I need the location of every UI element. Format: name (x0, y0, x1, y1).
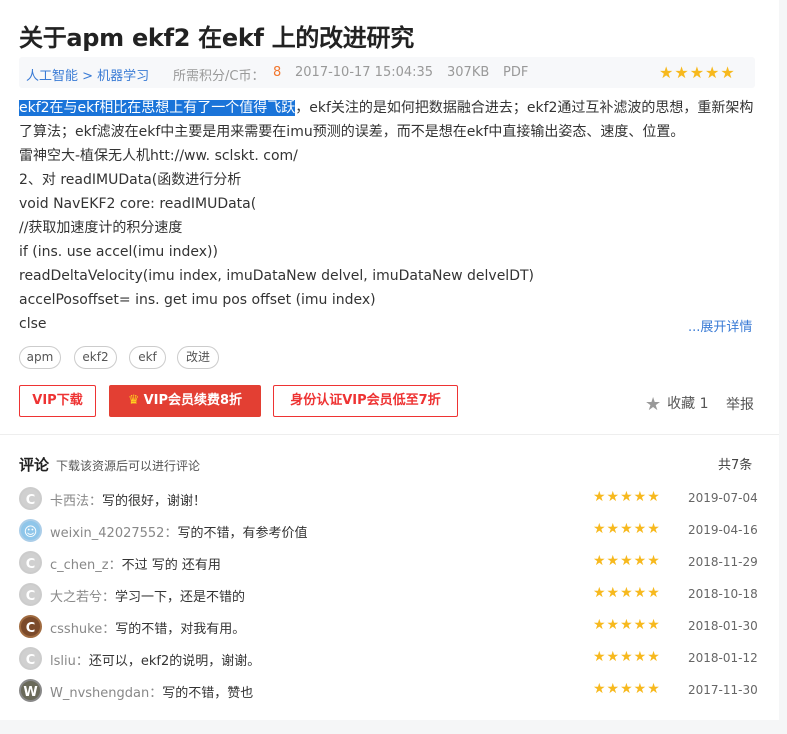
report-link[interactable]: 举报 (726, 394, 754, 414)
selected-text: ekf2在与ekf相比在思想上有了一个值得飞跃 (19, 100, 296, 116)
comment-row: W W_nvshengdan：写的不错，赞也 ★★★★★ 2017-11-30 (19, 679, 758, 703)
comment-user[interactable]: 卡西法 (50, 494, 89, 509)
comment-stars: ★★★★★ (593, 617, 661, 633)
tag-apm[interactable]: apm (19, 346, 61, 369)
vip-download-button[interactable]: VIP下载 (19, 385, 96, 417)
description-line: void NavEKF2 core: readIMUData( (19, 196, 257, 212)
vip-renew-button[interactable]: ♛ VIP会员续费8折 (109, 385, 261, 417)
comment-separator: ： (164, 526, 178, 541)
comment-user[interactable]: W_nvshengdan (50, 686, 149, 701)
tag-improve[interactable]: 改进 (177, 346, 219, 369)
comments-title: 评论 (19, 456, 50, 474)
tag-ekf[interactable]: ekf (129, 346, 166, 369)
description-line: 雷神空大-植保无人机htt://ww. sclskt. com/ (19, 148, 298, 164)
comment-text: 还可以，ekf2的说明，谢谢。 (88, 654, 261, 669)
comment-stars: ★★★★★ (593, 681, 661, 697)
favorite-button[interactable]: ★ 收藏 1 (645, 393, 709, 415)
comment-separator: ： (108, 558, 122, 573)
tag-ekf2[interactable]: ekf2 (74, 346, 117, 369)
comments-subtitle: 下载该资源后可以进行评论 (56, 459, 201, 473)
comment-separator: ： (89, 494, 103, 509)
comment-date: 2018-11-29 (688, 555, 758, 569)
avatar[interactable]: C (19, 647, 42, 670)
comment-row: C 大之若兮：学习一下，还是不错的 ★★★★★ 2018-10-18 (19, 583, 758, 607)
comment-text: 写的不错，对我有用。 (115, 622, 246, 637)
comment-text: 学习一下，还是不错的 (115, 590, 246, 605)
comment-stars: ★★★★★ (593, 521, 661, 537)
comment-date: 2018-01-12 (688, 651, 758, 665)
favorite-label: 收藏 (667, 396, 696, 412)
favorite-count: 1 (699, 396, 709, 412)
avatar[interactable]: ☺ (19, 519, 42, 542)
avatar[interactable]: C (19, 615, 42, 638)
comment-stars: ★★★★★ (593, 649, 661, 665)
comment-date: 2017-11-30 (688, 683, 758, 697)
comment-row: C 卡西法：写的很好，谢谢！ ★★★★★ 2019-07-04 (19, 487, 758, 511)
comment-text: 不过 写的 还有用 (121, 558, 221, 573)
upload-datetime: 2017-10-17 15:04:35 (295, 65, 434, 80)
comment-date: 2018-01-30 (688, 619, 758, 633)
comment-separator: ： (149, 686, 163, 701)
description-line: readDeltaVelocity(imu index, imuDataNew … (19, 268, 534, 284)
avatar[interactable]: W (19, 679, 42, 702)
star-icon: ★ (645, 394, 662, 415)
file-format: PDF (503, 65, 529, 80)
comments-card (0, 434, 779, 720)
avatar[interactable]: C (19, 487, 42, 510)
resource-card: 关于apm ekf2 在ekf 上的改进研究 人工智能 > 机器学习 所需积分/… (0, 0, 779, 434)
description-line: ，ekf关注的是如何把数据融合进去；ekf2通过互补滤波的思想，重新架构 (295, 100, 754, 116)
comment-row: ☺ weixin_42027552：写的不错，有参考价值 ★★★★★ 2019-… (19, 519, 758, 543)
comment-separator: ： (102, 622, 116, 637)
comment-text: 写的不错，有参考价值 (177, 526, 308, 541)
comment-user[interactable]: 大之若兮 (50, 590, 102, 605)
description-line: clse (19, 316, 47, 332)
expand-details-link[interactable]: ...展开详情 (688, 316, 752, 335)
category-breadcrumb[interactable]: 人工智能 > 机器学习 (26, 65, 149, 84)
description-line: accelPosoffset= ins. get imu pos offset … (19, 292, 376, 308)
comment-row: C lsliu：还可以，ekf2的说明，谢谢。 ★★★★★ 2018-01-12 (19, 647, 758, 671)
comment-date: 2018-10-18 (688, 587, 758, 601)
avatar[interactable]: C (19, 583, 42, 606)
file-size: 307KB (447, 65, 490, 80)
page-title: 关于apm ekf2 在ekf 上的改进研究 (19, 24, 414, 52)
comment-user[interactable]: c_chen_z (50, 558, 109, 573)
comment-stars: ★★★★★ (593, 553, 661, 569)
description-line: 2、对 readIMUData(函数进行分析 (19, 172, 242, 188)
vip-identity-button[interactable]: 身份认证VIP会员低至7折 (273, 385, 458, 417)
points-label: 所需积分/C币： (173, 69, 265, 84)
comment-row: C csshuke：写的不错，对我有用。 ★★★★★ 2018-01-30 (19, 615, 758, 639)
comment-user[interactable]: lsliu (50, 654, 76, 669)
comment-row: C c_chen_z：不过 写的 还有用 ★★★★★ 2018-11-29 (19, 551, 758, 575)
comment-separator: ： (75, 654, 89, 669)
comment-separator: ： (102, 590, 116, 605)
comments-count: 共7条 (718, 458, 753, 473)
comment-text: 写的不错，赞也 (162, 686, 254, 701)
crown-icon: ♛ (127, 393, 140, 408)
comment-stars: ★★★★★ (593, 489, 661, 505)
resource-meta-bar: 人工智能 > 机器学习 所需积分/C币： 8 2017-10-17 15:04:… (19, 57, 755, 88)
comment-date: 2019-04-16 (688, 523, 758, 537)
description-line: if (ins. use accel(imu index)) (19, 244, 218, 260)
description-line: 了算法；ekf滤波在ekf中主要是用来需要在imu预测的误差，而不是想在ekf中… (19, 124, 685, 140)
comment-date: 2019-07-04 (688, 491, 758, 505)
rating-stars: ★★★★★ (659, 63, 736, 82)
description-line: //获取加速度计的积分速度 (19, 220, 183, 236)
comment-user[interactable]: weixin_42027552 (50, 526, 164, 541)
comment-user[interactable]: csshuke (50, 622, 102, 637)
points-value: 8 (273, 65, 282, 80)
vip-renew-label: VIP会员续费8折 (143, 393, 243, 408)
comment-stars: ★★★★★ (593, 585, 661, 601)
avatar[interactable]: C (19, 551, 42, 574)
resource-description: ekf2在与ekf相比在思想上有了一个值得飞跃，ekf关注的是如何把数据融合进去… (19, 96, 759, 336)
comment-text: 写的很好，谢谢！ (102, 494, 207, 509)
